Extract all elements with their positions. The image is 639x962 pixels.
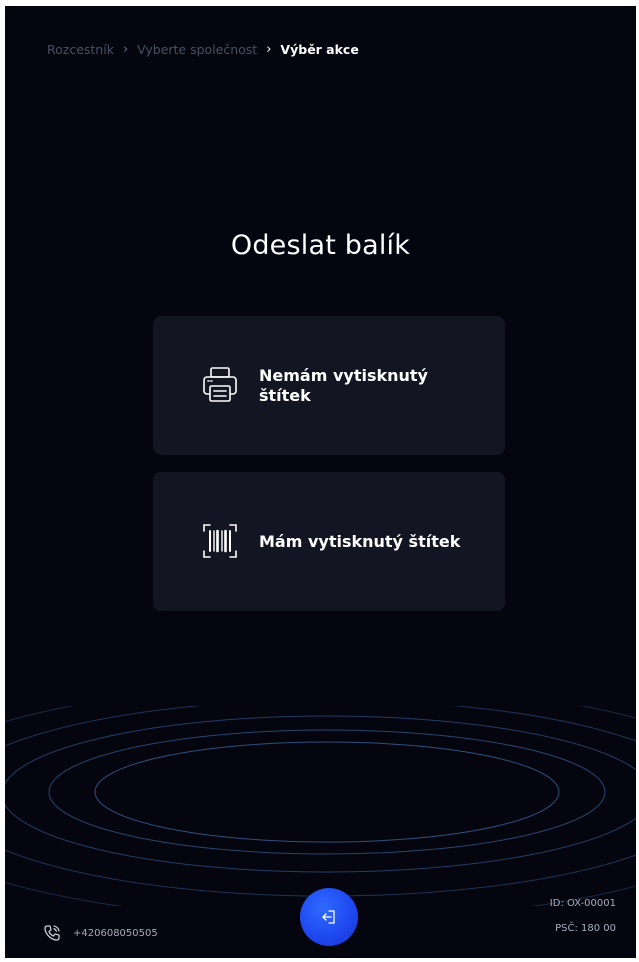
kiosk-screen: Rozcestník › Vyberte společnost › Výběr … [5, 6, 636, 958]
option-have-label-button[interactable]: Mám vytisknutý štítek [153, 472, 505, 611]
breadcrumb-item-rozcestnik[interactable]: Rozcestník [47, 42, 114, 57]
option-no-label-text: Nemám vytisknutý štítek [259, 366, 428, 405]
page-title: Odeslat balík [230, 230, 411, 261]
breadcrumb-item-vyberte-spolecnost[interactable]: Vyberte společnost [137, 42, 257, 57]
phone-icon [44, 925, 60, 941]
barcode-scan-icon [199, 520, 241, 562]
option-have-label-text: Mám vytisknutý štítek [259, 532, 461, 551]
breadcrumb-separator: › [122, 42, 129, 57]
phone-number: +420608050505 [73, 927, 158, 939]
exit-button[interactable] [300, 888, 358, 946]
decorative-rings [5, 706, 636, 906]
option-no-label-button[interactable]: Nemám vytisknutý štítek [153, 316, 505, 455]
kiosk-postal-code: PSČ: 180 00 [555, 923, 616, 934]
breadcrumb-item-current: Výběr akce [280, 42, 359, 57]
printer-icon [199, 364, 241, 406]
kiosk-id: ID: OX-00001 [549, 898, 616, 909]
exit-icon [322, 910, 335, 924]
breadcrumb: Rozcestník › Vyberte společnost › Výběr … [47, 42, 359, 57]
support-phone: +420608050505 [43, 924, 158, 942]
breadcrumb-separator: › [266, 42, 272, 57]
